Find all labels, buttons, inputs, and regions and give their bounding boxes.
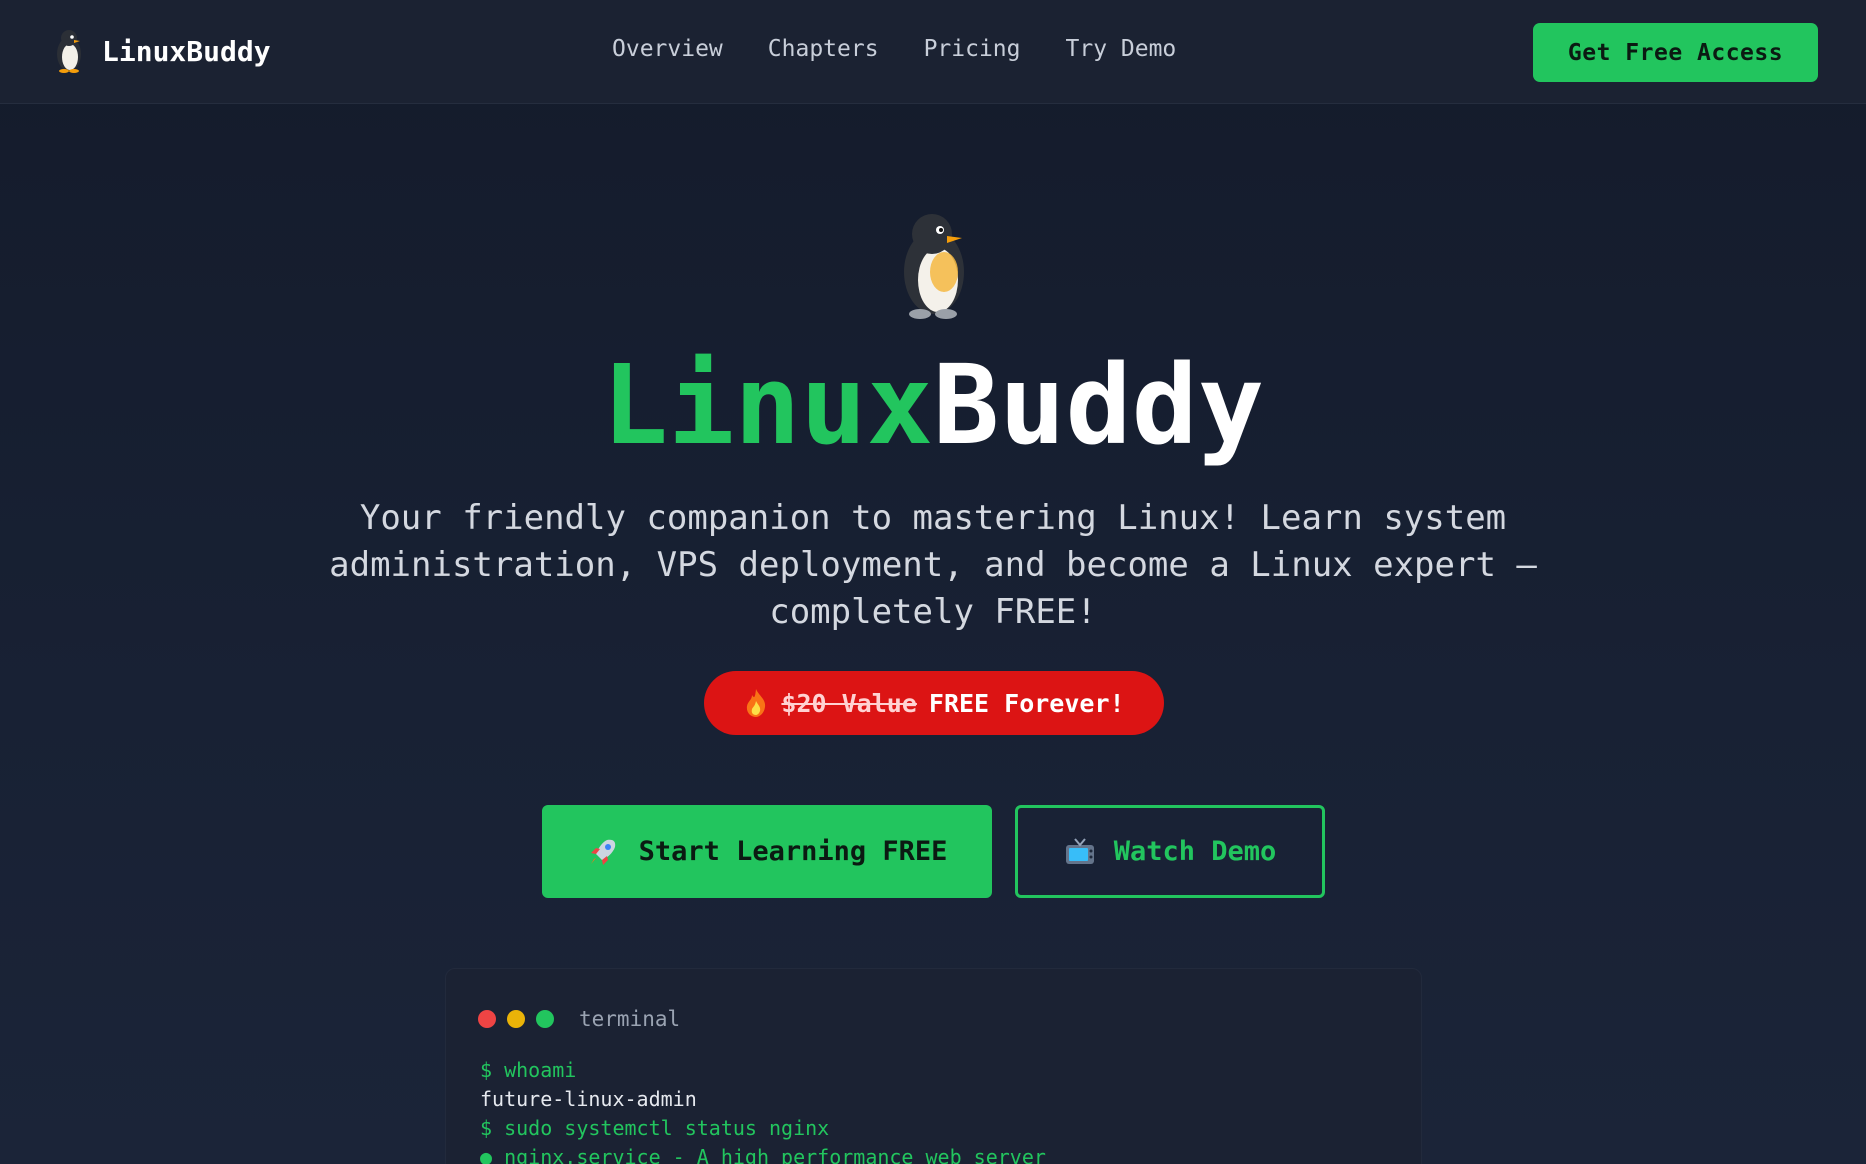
hero-title-buddy: Buddy (933, 341, 1265, 469)
terminal-output: $ whoami future-linux-admin $ sudo syste… (480, 1056, 1046, 1164)
hero-subtitle: Your friendly companion to mastering Lin… (329, 498, 1537, 632)
minimize-dot-icon (507, 1010, 525, 1028)
page: LinuxBuddy Overview Chapters Pricing Try… (0, 0, 1866, 1164)
watch-demo-button[interactable]: Watch Demo (1015, 805, 1325, 898)
badge-text: FREE Forever! (928, 688, 1125, 718)
tv-icon (1065, 837, 1094, 864)
top-navbar: LinuxBuddy Overview Chapters Pricing Try… (0, 0, 1866, 104)
brand-logo[interactable]: LinuxBuddy (52, 28, 271, 74)
nav-link-try-demo[interactable]: Try Demo (1066, 36, 1177, 62)
terminal-header: terminal (478, 1007, 680, 1031)
hero-title: LinuxBuddy (0, 345, 1866, 465)
start-learning-button[interactable]: Start Learning FREE (542, 805, 992, 898)
rocket-icon (590, 839, 615, 865)
nav-link-chapters[interactable]: Chapters (768, 36, 879, 62)
penguin-mascot-icon (904, 214, 964, 319)
start-learning-label: Start Learning FREE (638, 836, 948, 867)
penguin-icon (57, 30, 81, 73)
nav-link-overview[interactable]: Overview (612, 36, 723, 62)
hero-title-linux: Linux (601, 341, 933, 469)
brand-name: LinuxBuddy (102, 34, 271, 68)
nav-link-pricing[interactable]: Pricing (924, 36, 1021, 62)
terminal-line: future-linux-admin (480, 1087, 697, 1111)
terminal-title: terminal (579, 1007, 681, 1031)
terminal-line: $ whoami (480, 1058, 577, 1082)
watch-demo-label: Watch Demo (1113, 836, 1277, 867)
badge-strike-price: $20 Value (781, 688, 917, 718)
terminal-window: terminal $ whoami future-linux-admin $ s… (445, 968, 1422, 1164)
free-forever-badge: $20 Value FREE Forever! (704, 671, 1164, 735)
terminal-line: ● nginx.service - A high performance web… (480, 1145, 1046, 1164)
nav-links: Overview Chapters Pricing Try Demo (612, 36, 1176, 62)
maximize-dot-icon (536, 1010, 554, 1028)
terminal-line: $ sudo systemctl status nginx (480, 1116, 830, 1140)
get-free-access-button[interactable]: Get Free Access (1533, 23, 1818, 82)
fire-icon (747, 689, 766, 717)
close-dot-icon (478, 1010, 496, 1028)
